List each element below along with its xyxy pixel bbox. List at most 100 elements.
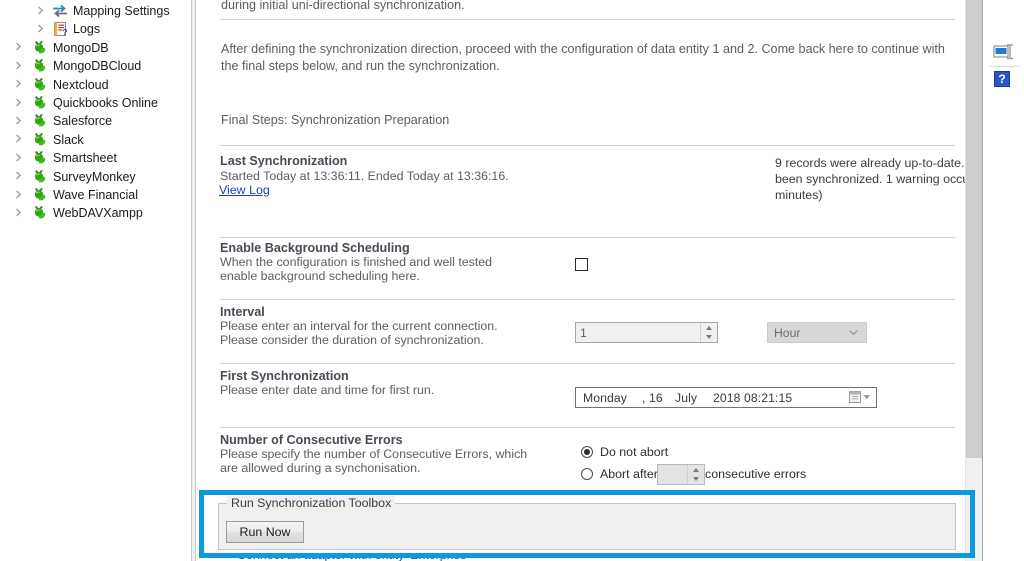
chevron-right-icon[interactable] <box>14 42 25 53</box>
run-synchronization-toolbox: Run Synchronization Toolbox Run Now <box>218 503 956 550</box>
chevron-right-icon[interactable] <box>14 208 25 219</box>
sidebar-item-label: MongoDBCloud <box>53 59 141 73</box>
sidebar-item-slack[interactable]: Slack <box>0 131 190 149</box>
first-sync-year-time: 2018 08:21:15 <box>713 390 792 406</box>
sidebar-item-mongodbcloud[interactable]: MongoDBCloud <box>0 57 190 75</box>
properties-window-icon[interactable] <box>992 42 1014 62</box>
vertical-scrollbar[interactable] <box>965 0 982 561</box>
chevron-right-icon[interactable] <box>14 153 25 164</box>
first-sync-desc: Please enter date and time for first run… <box>220 383 434 399</box>
chevron-right-icon[interactable] <box>14 190 25 201</box>
sidebar-item-quickbooks-online[interactable]: Quickbooks Online <box>0 94 190 112</box>
background-scheduling-title: Enable Background Scheduling <box>220 241 410 255</box>
radio-abort-after-label: Abort after <box>600 467 658 481</box>
sidebar-item-salesforce[interactable]: Salesforce <box>0 112 190 130</box>
sidebar-item-label: WebDAVXampp <box>53 206 143 220</box>
sidebar-item-label: Smartsheet <box>53 151 117 165</box>
radio-do-not-abort-indicator[interactable] <box>581 446 593 458</box>
intro-paragraph: After defining the synchronization direc… <box>221 41 951 75</box>
interval-title: Interval <box>220 305 265 319</box>
mapping-arrows-icon <box>52 3 68 19</box>
connector-tree-sidebar[interactable]: Mapping Settings?Logs MongoDB MongoDBCloud… <box>0 0 190 561</box>
sidebar-item-smartsheet[interactable]: Smartsheet <box>0 149 190 167</box>
divider-4 <box>220 299 955 300</box>
svg-text:?: ? <box>998 72 1005 86</box>
last-sync-title: Last Synchronization <box>220 154 347 168</box>
sidebar-item-label: MongoDB <box>53 41 109 55</box>
plug-connector-icon <box>32 132 48 148</box>
first-sync-weekday: Monday <box>583 390 627 406</box>
sync-configuration-panel: during initial uni-directional synchroni… <box>197 0 965 561</box>
chevron-down-icon <box>849 330 858 335</box>
radio-do-not-abort[interactable]: Do not abort <box>581 445 668 459</box>
sidebar-item-label: Wave Financial <box>53 188 138 202</box>
chevron-right-icon[interactable] <box>36 6 47 17</box>
chevron-right-icon[interactable] <box>14 79 25 90</box>
interval-stepper-down[interactable] <box>701 332 717 341</box>
interval-stepper-buttons[interactable] <box>700 323 717 342</box>
interval-desc-2: Please consider the duration of synchron… <box>220 333 484 349</box>
radio-do-not-abort-label: Do not abort <box>600 445 668 459</box>
plug-connector-icon <box>32 40 48 56</box>
right-tool-dock: ? <box>982 0 1024 561</box>
sidebar-item-wave-financial[interactable]: Wave Financial <box>0 186 190 204</box>
chevron-right-icon[interactable] <box>14 171 25 182</box>
chevron-right-icon[interactable] <box>14 134 25 145</box>
first-sync-title: First Synchronization <box>220 369 349 383</box>
radio-abort-after[interactable]: Abort after <box>581 467 658 481</box>
divider-3 <box>220 237 955 238</box>
sidebar-item-mapping-settings[interactable]: Mapping Settings <box>0 2 190 20</box>
sidebar-item-label: Nextcloud <box>53 78 109 92</box>
sidebar-item-logs[interactable]: ?Logs <box>0 20 190 38</box>
sidebar-item-webdavxampp[interactable]: WebDAVXampp <box>0 204 190 222</box>
run-now-button[interactable]: Run Now <box>226 521 304 543</box>
first-sync-month: July <box>675 390 697 406</box>
plug-connector-icon <box>32 77 48 93</box>
sidebar-item-label: Salesforce <box>53 114 112 128</box>
sidebar-item-nextcloud[interactable]: Nextcloud <box>0 76 190 94</box>
interval-stepper-up[interactable] <box>701 323 717 332</box>
view-log-link[interactable]: View Log <box>219 183 270 197</box>
abort-after-stepper-buttons[interactable] <box>687 465 704 484</box>
plug-connector-icon <box>32 58 48 74</box>
abort-after-stepper-down[interactable] <box>688 474 704 483</box>
enable-background-scheduling-checkbox[interactable] <box>575 258 588 271</box>
vertical-scrollbar-thumb[interactable] <box>966 0 982 458</box>
chevron-right-icon[interactable] <box>14 116 25 127</box>
consecutive-errors-suffix: consecutive errors <box>705 467 806 481</box>
sidebar-item-label: Quickbooks Online <box>53 96 158 110</box>
consecutive-errors-title: Number of Consecutive Errors <box>220 433 403 447</box>
consecutive-errors-desc-2: are allowed during a synchonisation. <box>220 461 420 477</box>
calendar-dropdown-icon[interactable] <box>848 390 872 405</box>
interval-unit-select[interactable]: Hour <box>767 322 867 343</box>
divider-1 <box>220 19 955 20</box>
abort-after-count-stepper[interactable] <box>657 464 705 485</box>
toolbox-title: Run Synchronization Toolbox <box>227 496 395 510</box>
sidebar-item-surveymonkey[interactable]: SurveyMonkey <box>0 168 190 186</box>
chevron-right-icon[interactable] <box>14 61 25 72</box>
plug-connector-icon <box>32 187 48 203</box>
sidebar-item-label: SurveyMonkey <box>53 170 136 184</box>
plug-connector-icon <box>32 205 48 221</box>
sidebar-item-label: Logs <box>73 22 100 36</box>
application-window: Mapping Settings?LogsMongoDBMongoDBCloud… <box>0 0 1024 561</box>
chevron-right-icon[interactable] <box>36 24 47 35</box>
plug-connector-icon <box>32 113 48 129</box>
plug-connector-icon <box>32 95 48 111</box>
sidebar-item-mongodb[interactable]: MongoDB <box>0 39 190 57</box>
divider-6 <box>220 427 955 428</box>
radio-abort-after-indicator[interactable] <box>581 468 593 480</box>
abort-after-stepper-up[interactable] <box>688 465 704 474</box>
sidebar-item-label: Slack <box>53 133 84 147</box>
panel-splitter[interactable] <box>190 0 197 561</box>
interval-value: 1 <box>580 325 587 341</box>
chevron-right-icon[interactable] <box>14 98 25 109</box>
first-sync-datetime-picker[interactable]: Monday , 16 July 2018 08:21:15 <box>575 387 877 408</box>
dock-divider <box>989 66 1019 67</box>
bottom-partial-row-label: Connect an adapter with entity 'Enterpri… <box>237 553 469 561</box>
divider-5 <box>220 363 955 364</box>
first-sync-day: , 16 <box>642 390 663 406</box>
interval-value-stepper[interactable]: 1 <box>575 322 718 343</box>
intro-cut-text: during initial uni-directional synchroni… <box>221 0 941 14</box>
help-question-icon[interactable]: ? <box>992 70 1014 90</box>
